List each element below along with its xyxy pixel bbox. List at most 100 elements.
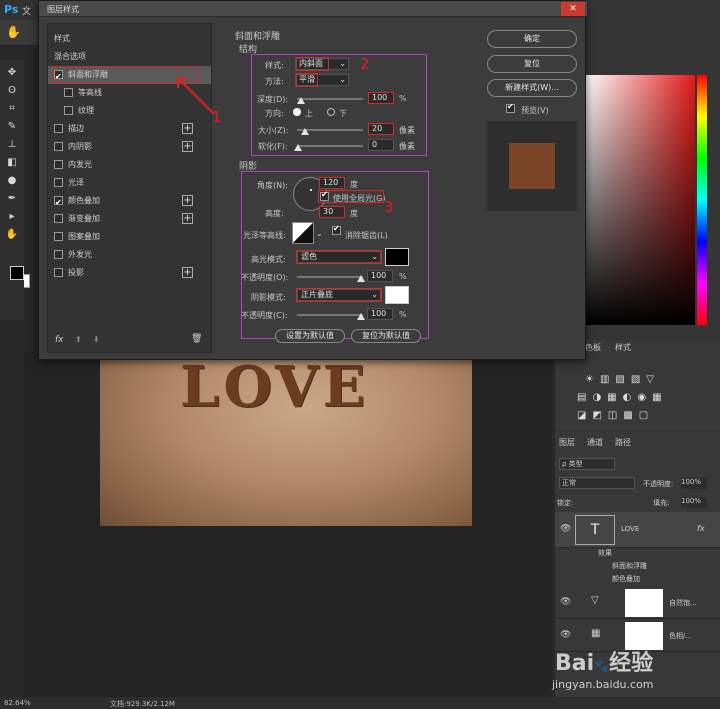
adjustment-icons-row-2[interactable]: ▤◑▦◐◉▦ [577,392,668,403]
direction-down-radio[interactable] [327,108,335,116]
effects-label: 效果 [598,549,612,557]
style-checkbox[interactable] [54,194,63,212]
style-list-item[interactable]: 内阴影 + [48,138,211,156]
layer-row-vibrance[interactable]: 👁 ▽ 自然饱... [555,587,720,619]
dodge-tool-icon[interactable]: ● [4,174,20,188]
reset-button[interactable]: 复位 [487,55,577,73]
add-style-icon[interactable]: + [182,123,193,134]
style-list-item[interactable]: 光泽 [48,174,211,192]
style-checkbox[interactable] [54,268,63,277]
lasso-tool-icon[interactable]: ʘ [4,84,20,98]
trash-icon[interactable]: 🗑 [191,334,202,344]
add-style-icon[interactable]: + [182,213,193,224]
zoom-level[interactable]: 82.64% [4,699,31,707]
annotation-highlight-highlight-mode [296,250,382,264]
brush-tool-icon[interactable]: ✎ [4,120,20,134]
chevron-down-icon[interactable]: ⌄ [316,229,323,238]
preview-checkbox[interactable] [506,102,515,113]
soften-slider-knob[interactable] [294,144,302,151]
style-checkbox[interactable] [54,178,63,187]
hand-tool-icon[interactable]: ✋ [6,25,21,39]
move-down-icon[interactable]: ⬇ [93,335,100,344]
tab-paths[interactable]: 路径 [615,437,631,448]
highlight-opacity-track[interactable] [297,276,363,278]
adjustment-icons-row-3[interactable]: ◪◩◫▩▢ [577,410,654,421]
dialog-titlebar[interactable]: 图层样式 ✕ [39,1,587,17]
eraser-tool-icon[interactable]: ◧ [4,156,20,170]
style-checkbox[interactable] [54,250,63,259]
style-checkbox[interactable] [54,142,63,151]
visibility-eye-icon[interactable]: 👁 [560,597,571,607]
adjustment-icons-row-1[interactable]: ☀▥▨▧▽ [585,374,660,385]
style-list-item[interactable]: 内发光 [48,156,211,174]
new-style-button[interactable]: 新建样式(W)... [487,79,577,97]
move-up-icon[interactable]: ⬆ [75,335,82,344]
style-list-item[interactable]: 颜色叠加 + [48,192,211,212]
fx-icon[interactable]: fx [55,335,64,345]
gloss-contour-label: 光泽等高线: [243,231,286,240]
style-list-item[interactable]: 混合选项 [48,48,211,66]
ok-button[interactable]: 确定 [487,30,577,48]
shadow-opacity-input[interactable]: 100 [367,308,393,320]
fill-input[interactable]: 100% [681,497,707,508]
soften-input[interactable]: 0 [368,139,394,151]
shadow-color-swatch[interactable] [385,286,409,304]
depth-slider-knob[interactable] [297,97,305,104]
effect-bevel-label[interactable]: 斜面和浮雕 [612,561,647,571]
add-style-icon[interactable]: + [182,141,193,152]
style-checkbox[interactable] [54,160,63,169]
visibility-eye-icon[interactable]: 👁 [560,630,571,640]
close-button[interactable]: ✕ [561,2,585,16]
style-checkbox[interactable] [54,124,63,133]
shadow-opacity-track[interactable] [297,314,363,316]
add-style-icon[interactable]: + [182,195,193,206]
hue-slider[interactable] [697,75,707,325]
angle-unit: 度 [350,180,358,189]
tab-layers[interactable]: 图层 [559,437,575,448]
style-list-item[interactable]: 样式 [48,30,211,48]
highlight-opacity-unit: % [399,272,407,281]
foreground-color-swatch[interactable] [10,266,24,280]
direction-up-radio[interactable] [293,108,301,116]
style-checkbox[interactable] [64,88,73,97]
layer-row-love[interactable]: 👁 T LOVE fx [555,512,720,548]
effect-color-overlay-label[interactable]: 颜色叠加 [612,574,640,584]
tab-swatches[interactable]: 色板 [585,342,601,353]
style-list-item[interactable]: 描边 + [48,120,211,138]
size-slider-knob[interactable] [301,128,309,135]
shadow-opacity-knob[interactable] [357,313,365,320]
opacity-input[interactable]: 100% [681,478,707,489]
antialias-checkbox[interactable] [332,224,341,235]
crop-tool-icon[interactable]: ⌗ [4,102,20,116]
depth-slider-track[interactable] [297,98,363,100]
tab-styles[interactable]: 样式 [615,342,631,353]
hand-tool-icon[interactable]: ✋ [4,228,20,242]
highlight-opacity-input[interactable]: 100 [367,270,393,282]
stamp-tool-icon[interactable]: ⊥ [4,138,20,152]
soften-slider-track[interactable] [297,145,363,147]
pen-tool-icon[interactable]: ✒ [4,192,20,206]
move-tool-icon[interactable]: ✥ [4,66,20,80]
tab-channels[interactable]: 通道 [587,437,603,448]
set-default-button[interactable]: 设置为默认值 [275,329,345,343]
highlight-opacity-knob[interactable] [357,275,365,282]
style-checkbox[interactable] [64,106,73,115]
layer-filter-select[interactable]: ρ 类型 [559,458,615,470]
color-picker-field[interactable] [585,75,695,325]
path-select-icon[interactable]: ▸ [4,210,20,224]
visibility-eye-icon[interactable]: 👁 [560,524,571,534]
gloss-contour-preview[interactable] [292,222,314,244]
style-checkbox[interactable] [54,232,63,241]
highlight-mode-label: 高光模式: [251,255,286,264]
style-list-item[interactable]: 渐变叠加 + [48,210,211,228]
fx-icon[interactable]: fx [697,524,705,533]
add-style-icon[interactable]: + [182,267,193,278]
highlight-color-swatch[interactable] [385,248,409,266]
style-list-item[interactable]: 外发光 [48,246,211,264]
menu-item-file[interactable]: 文 [22,4,31,17]
style-list-item[interactable]: 投影 + [48,264,211,282]
style-checkbox[interactable] [54,214,63,223]
reset-default-button[interactable]: 复位为默认值 [351,329,421,343]
style-list-item[interactable]: 图案叠加 [48,228,211,246]
blend-mode-select[interactable]: 正常 [559,477,635,489]
